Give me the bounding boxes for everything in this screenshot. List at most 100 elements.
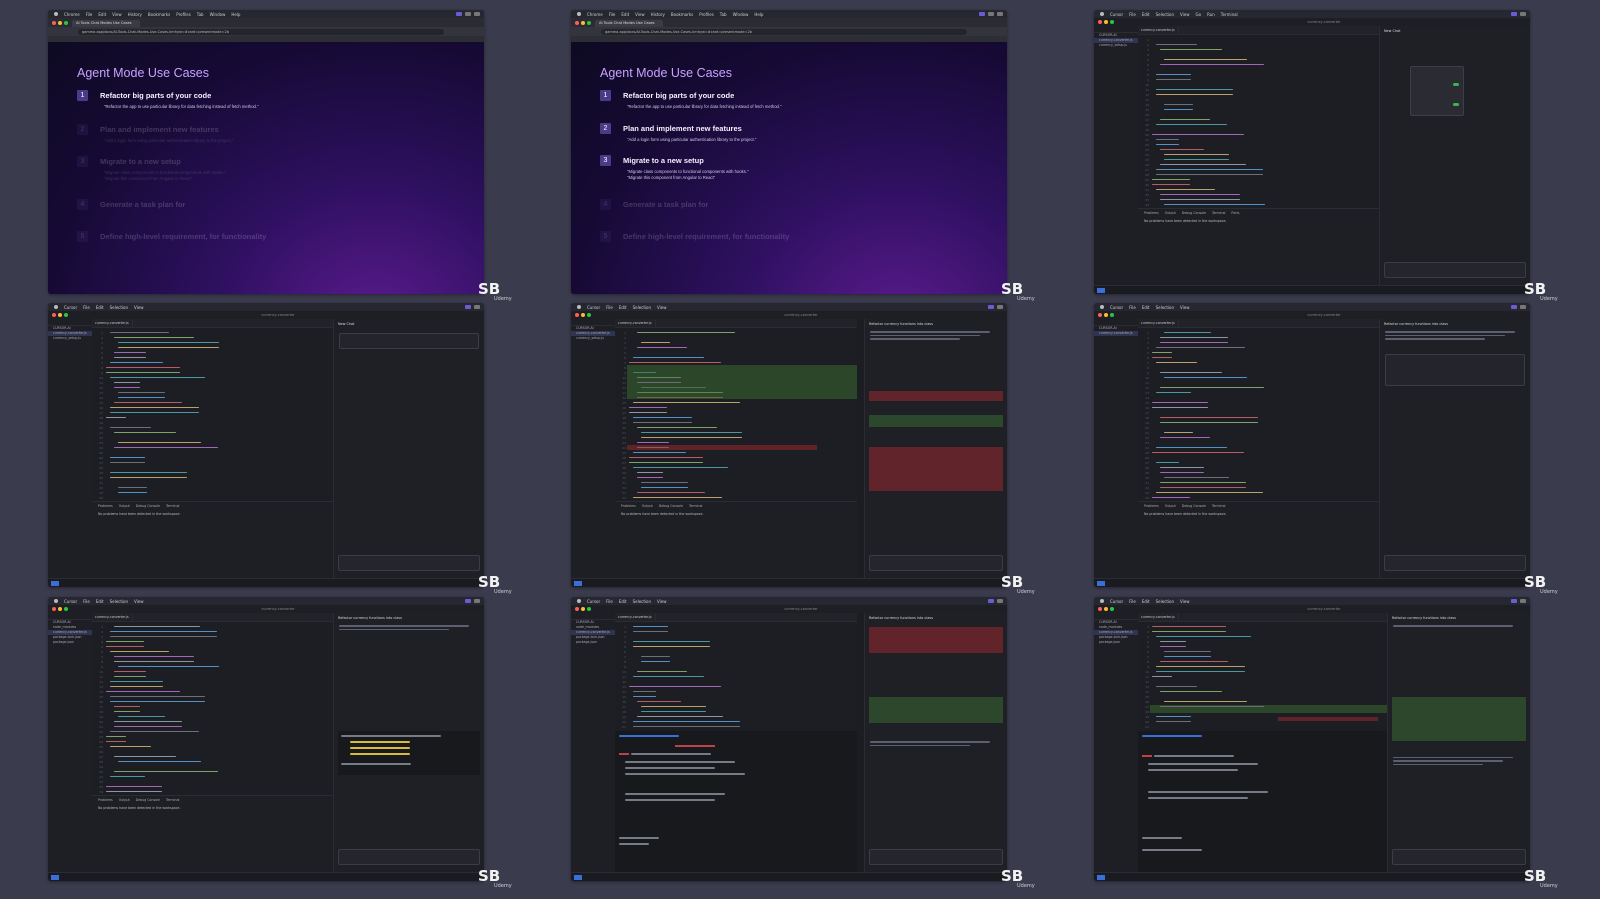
code-line: 21 (1145, 724, 1149, 729)
presentation-slide: Agent Mode Use Cases 1 Refactor big part… (571, 42, 1007, 294)
chat-input[interactable] (869, 555, 1003, 571)
status-bar (1094, 285, 1530, 294)
code-lines: 1 2 3 4 5 6 7 8 9 10 11 12 13 14 15 16 17 18 19 20 21 22 23 24 2… (92, 328, 334, 500)
ide-titlebar: currency-converter (1094, 18, 1530, 26)
window-controls[interactable] (48, 20, 72, 25)
sb-logo: SB Udemy (478, 280, 512, 302)
code-editor[interactable]: currency-converter.js 1 2 3 4 5 6 7 8 9 10 11 12 13 14… (1138, 319, 1380, 502)
mac-menubar: Chrome File Edit View History Bookmarks … (571, 10, 1007, 18)
file-explorer: CURSOR-AI currency-converter.js currency… (1094, 26, 1139, 286)
mac-menubar: Cursor File Edit Selection View Go Run T… (1094, 10, 1530, 18)
chat-composer[interactable] (339, 333, 479, 349)
file-explorer: CURSOR-AI node_modules currency-converter.… (571, 613, 616, 873)
terminal-panel[interactable] (1138, 731, 1388, 873)
url-field[interactable]: gamma.app/docs/AI-Tools-Chat-Modes-Use-C… (601, 28, 967, 35)
menu-edit[interactable]: Edit (98, 12, 106, 17)
terminal-panel[interactable] (615, 731, 857, 873)
settings-popup[interactable] (1410, 66, 1464, 116)
thumbnail-9[interactable]: Cursor File Edit Selection View currency-con… (1094, 597, 1558, 889)
chat-panel: Refactor currency functions into class (333, 613, 484, 873)
menu-file[interactable]: File (86, 12, 93, 17)
thumbnail-8[interactable]: Cursor File Edit Selection View currency-con… (571, 597, 1035, 889)
code-line: 34 (615, 495, 857, 500)
browser-window: Chrome File Edit View History Bookmarks … (48, 10, 484, 294)
code-line: 34 (1138, 202, 1380, 207)
code-editor[interactable]: currency-converter.js 1 2 3 4 5 6 7 8 9 10 11 12 13 1… (1138, 26, 1380, 209)
sb-logo: SB Udemy (478, 573, 512, 595)
file-explorer: CURSOR-AI currency-converter.js currency_s… (571, 319, 616, 579)
diff-removed (627, 445, 817, 450)
file-explorer: CURSOR-AI currency-converter.js currency_s… (48, 319, 93, 579)
sb-logo: SB Udemy (1001, 573, 1035, 595)
menu-profiles[interactable]: Profiles (176, 12, 191, 17)
chat-input[interactable] (869, 849, 1003, 865)
code-editor[interactable]: currency-converter.js 1 2 3 4 5 6 7 8 9 10 11 12 13 14… (92, 319, 334, 502)
sb-logo: SB Udemy (1524, 573, 1558, 595)
thumbnail-3[interactable]: Cursor File Edit Selection View Go Run T… (1094, 10, 1558, 302)
presentation-slide: Agent Mode Use Cases 1 Refactor big part… (48, 42, 484, 294)
menu-bookmarks[interactable]: Bookmarks (148, 12, 170, 17)
menu-view[interactable]: View (112, 12, 122, 17)
menu-history[interactable]: History (128, 12, 142, 17)
url-field[interactable]: gamma.app/docs/AI-Tools-Chat-Modes-Use-C… (78, 28, 444, 35)
toggle-switch[interactable] (1453, 103, 1459, 106)
address-bar: gamma.app/docs/AI-Tools-Chat-Modes-Use-C… (48, 27, 484, 36)
terminal-output (338, 731, 480, 775)
menu-help[interactable]: Help (231, 12, 240, 17)
mac-menubar: Chrome File Edit View History Bookmarks … (48, 10, 484, 18)
code-line: 34 (1138, 495, 1380, 500)
menu-tab[interactable]: Tab (197, 12, 204, 17)
chat-panel: Refactor currency functions into class (1379, 319, 1530, 579)
address-bar: gamma.app/docs/AI-Tools-Chat-Modes-Use-C… (571, 27, 1007, 36)
chat-input[interactable] (338, 849, 480, 865)
thumbnail-5[interactable]: Cursor File Edit Selection View currency-con… (571, 303, 1035, 595)
window-controls[interactable] (571, 20, 595, 25)
thumbnail-4[interactable]: Cursor File Edit Selection View currency-con… (48, 303, 512, 595)
code-lines: 1 2 3 4 5 6 7 8 9 10 11 12 13 14 15 16 17 18 19 20 21 22 23 24 2… (1138, 35, 1380, 207)
tab-bar: AI Tools Chat Modes Use Cases (571, 18, 1007, 27)
chat-panel: New Chat (333, 319, 484, 579)
browser-window: Chrome File Edit View History Bookmarks … (571, 10, 1007, 294)
code-editor[interactable]: currency-converter.js 1 2 3 4 5 6 7 8 9 10 11 12 13 14… (615, 613, 857, 731)
chat-panel: Refactor currency functions into class (1387, 613, 1530, 873)
chat-panel: Refactor currency functions into class (864, 319, 1007, 579)
thumbnail-6[interactable]: Cursor File Edit Selection View currency-con… (1094, 303, 1558, 595)
status-icons (979, 12, 1007, 16)
toggle-switch[interactable] (1453, 83, 1459, 86)
menu-chrome[interactable]: Chrome (64, 12, 80, 17)
code-lines: 1 2 3 4 5 6 7 8 9 10 11 12 13 14 15 16 17 18 19 20 21 22 23 24 2… (92, 622, 334, 794)
thumbnail-1[interactable]: Chrome File Edit View History Bookmarks … (48, 10, 512, 302)
menu-window[interactable]: Window (210, 12, 226, 17)
sb-logo: SB Udemy (478, 867, 512, 889)
thumbnail-7[interactable]: Cursor File Edit Selection View currency-con… (48, 597, 512, 889)
status-icons (456, 12, 484, 16)
slide-title: Agent Mode Use Cases (600, 66, 733, 80)
sb-logo: SB Udemy (1524, 867, 1558, 889)
code-line: 34 (92, 789, 334, 794)
thumbnail-2[interactable]: Chrome File Edit View History Bookmarks … (571, 10, 1035, 302)
code-line: 21 (615, 724, 857, 729)
sb-logo: SB Udemy (1001, 867, 1035, 889)
slide-title: Agent Mode Use Cases (77, 66, 210, 80)
chat-input[interactable] (338, 555, 480, 571)
chat-input[interactable] (1384, 262, 1526, 278)
browser-tab[interactable]: AI Tools Chat Modes Use Cases (72, 20, 140, 27)
code-line: 34 (99, 495, 103, 500)
sb-logo: SB Udemy (1001, 280, 1035, 302)
code-editor[interactable]: currency-converter.js 1 2 3 4 5 6 7 8 9 10 11 12 13 14… (92, 613, 334, 796)
code-lines: 1 2 3 4 5 6 7 8 9 10 11 12 13 14 15 16 17 18 19 20 21 22 23 24 2… (615, 328, 857, 500)
code-lines: 1 2 3 4 5 6 7 8 9 10 11 12 13 14 15 16 17 18 19 20 21 22 23 24 2… (1138, 328, 1380, 500)
browser-tab[interactable]: AI Tools Chat Modes Use Cases (595, 20, 663, 27)
code-editor[interactable]: currency-converter.js 1 2 3 4 5 6 7 8 9 10 11 12 13 1… (1138, 613, 1388, 731)
ide-window: Cursor File Edit Selection View Go Run T… (1094, 10, 1530, 294)
file-explorer: CURSOR-AI currency-converter.js (1094, 319, 1139, 579)
screenshot-grid: Chrome File Edit View History Bookmarks … (0, 0, 1600, 899)
code-editor[interactable]: currency-converter.js 1 2 3 4 5 6 7 8 9 10 11 12 13 1… (615, 319, 857, 502)
editor-tab[interactable]: currency-converter.js (1138, 26, 1179, 34)
chat-input[interactable] (1384, 555, 1526, 571)
chat-panel: New Chat (1379, 26, 1530, 286)
code-lines: 1 2 3 4 5 6 7 8 9 10 11 12 13 14 15 16 17 18 19 20 21 (615, 622, 857, 729)
chat-input[interactable] (1392, 849, 1526, 865)
sb-logo: SB Udemy (1524, 280, 1558, 302)
file-explorer: CURSOR-AI node_modules currency-converter.… (48, 613, 93, 873)
